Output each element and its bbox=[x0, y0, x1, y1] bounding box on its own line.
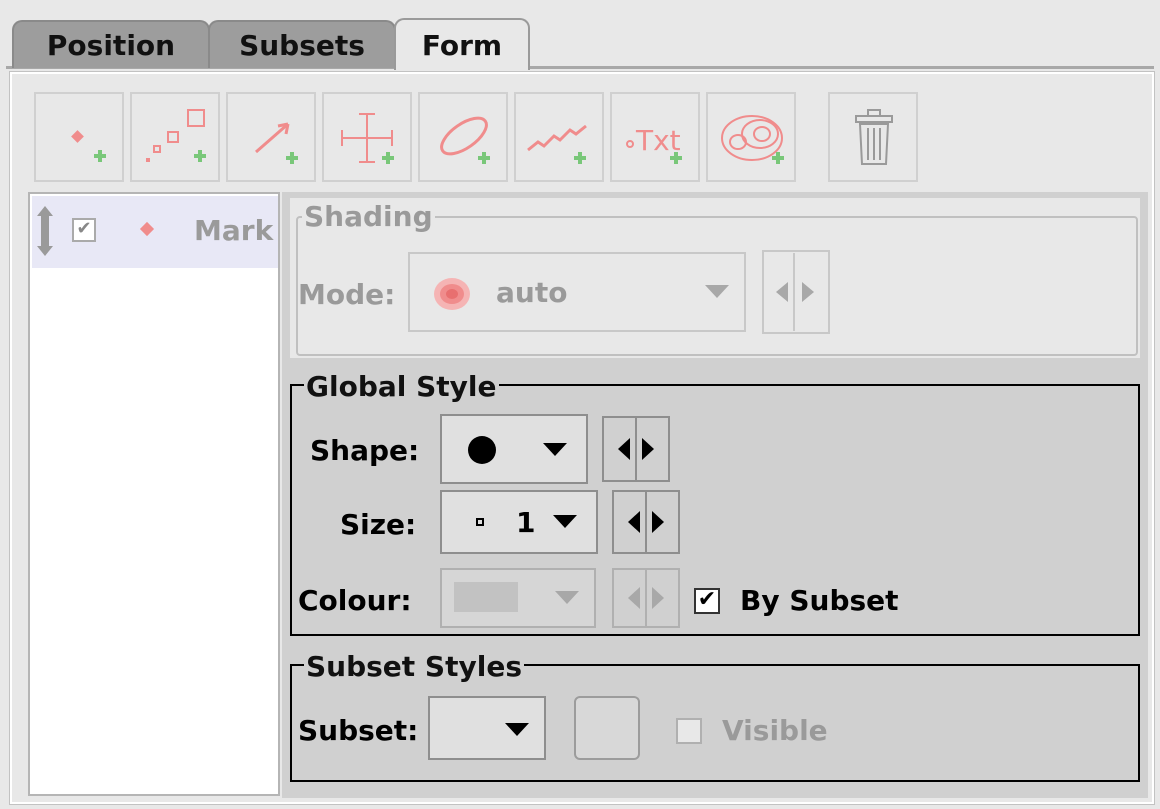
shape-combo[interactable] bbox=[440, 414, 588, 484]
size-stepper[interactable] bbox=[612, 490, 680, 554]
chevron-down-icon bbox=[543, 443, 567, 456]
layer-row-mark[interactable]: ✔ Mark bbox=[32, 196, 278, 268]
mark-plus-icon bbox=[71, 130, 106, 162]
add-text-layer-button[interactable]: Txt bbox=[610, 92, 700, 182]
mark-icon bbox=[139, 221, 155, 237]
subset-label: Subset: bbox=[298, 714, 419, 747]
shading-legend: Shading bbox=[302, 200, 435, 233]
add-mark-layer-button[interactable] bbox=[34, 92, 124, 182]
global-style-legend: Global Style bbox=[304, 370, 499, 403]
colour-stepper[interactable] bbox=[612, 568, 680, 628]
by-subset-label: By Subset bbox=[740, 584, 899, 617]
ellipse-plus-icon bbox=[440, 116, 490, 164]
add-size-layer-button[interactable] bbox=[130, 92, 220, 182]
chevron-down-icon bbox=[555, 591, 579, 604]
left-right-arrows-icon bbox=[776, 253, 814, 331]
drag-handle-icon[interactable] bbox=[34, 204, 56, 258]
layer-list[interactable]: ✔ Mark bbox=[28, 192, 280, 796]
tab-form[interactable]: Form bbox=[394, 18, 530, 70]
contour-plus-icon bbox=[721, 115, 784, 164]
size-value: 1 bbox=[516, 506, 536, 539]
mode-stepper[interactable] bbox=[762, 250, 830, 334]
line-plus-icon bbox=[527, 124, 587, 164]
size-label: Size: bbox=[340, 508, 417, 541]
mode-value: auto bbox=[496, 276, 568, 309]
left-right-arrows-icon bbox=[618, 418, 654, 480]
subset-colour-button[interactable] bbox=[574, 696, 640, 760]
trash-icon bbox=[855, 109, 893, 165]
chevron-down-icon bbox=[505, 723, 529, 736]
mode-label: Mode: bbox=[298, 278, 396, 311]
add-vector-layer-button[interactable] bbox=[226, 92, 316, 182]
colour-combo[interactable] bbox=[440, 568, 596, 628]
mode-combo[interactable]: auto bbox=[408, 252, 746, 332]
visible-label: Visible bbox=[722, 714, 828, 747]
by-subset-checkbox[interactable]: ✔ bbox=[694, 588, 720, 614]
vector-plus-icon bbox=[255, 122, 298, 164]
svg-text:Txt: Txt bbox=[635, 124, 681, 157]
tab-label: Subsets bbox=[239, 28, 365, 62]
tab-label: Form bbox=[421, 28, 503, 62]
shape-label: Shape: bbox=[310, 434, 420, 467]
tab-position[interactable]: Position bbox=[12, 20, 210, 68]
left-right-arrows-icon bbox=[628, 492, 664, 552]
size-combo[interactable]: 1 bbox=[440, 490, 598, 554]
colour-label: Colour: bbox=[298, 584, 412, 617]
delete-layer-button[interactable] bbox=[828, 92, 918, 182]
add-line-layer-button[interactable] bbox=[514, 92, 604, 182]
chevron-down-icon bbox=[705, 285, 729, 298]
text-plus-icon: Txt bbox=[626, 124, 682, 164]
add-contour-layer-button[interactable] bbox=[706, 92, 796, 182]
tab-label: Position bbox=[46, 28, 176, 62]
size-plus-icon bbox=[146, 109, 206, 162]
subset-combo[interactable] bbox=[428, 696, 546, 760]
errorbar-plus-icon bbox=[341, 113, 394, 164]
subset-styles-legend: Subset Styles bbox=[304, 650, 524, 683]
size-marker-icon bbox=[476, 518, 484, 526]
add-error-layer-button[interactable] bbox=[322, 92, 412, 182]
tab-subsets[interactable]: Subsets bbox=[208, 20, 396, 68]
visible-checkbox[interactable] bbox=[676, 718, 702, 744]
layer-label: Mark bbox=[194, 214, 274, 247]
left-right-arrows-icon bbox=[628, 570, 664, 626]
colour-swatch bbox=[454, 582, 518, 612]
chevron-down-icon bbox=[553, 515, 577, 528]
layer-visible-checkbox[interactable]: ✔ bbox=[72, 218, 96, 242]
shape-stepper[interactable] bbox=[602, 416, 670, 482]
shading-auto-icon bbox=[434, 278, 470, 310]
filled-circle-icon bbox=[468, 436, 496, 464]
add-ellipse-layer-button[interactable] bbox=[418, 92, 508, 182]
